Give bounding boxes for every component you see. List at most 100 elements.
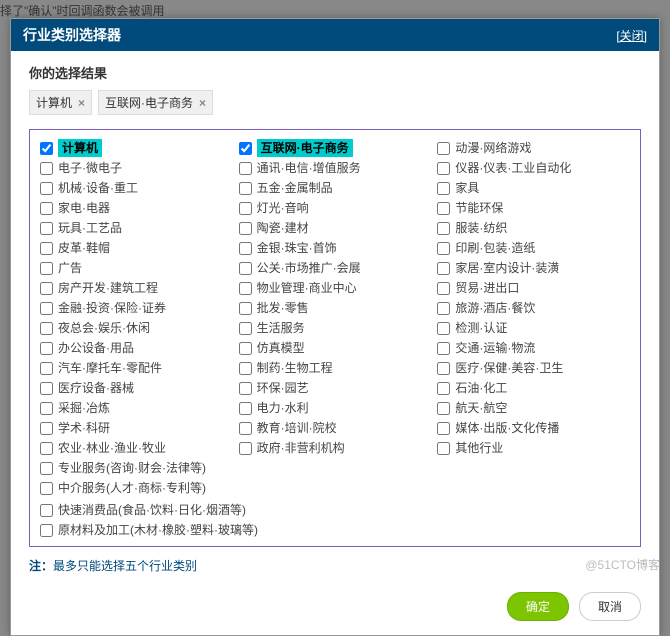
option-row[interactable]: 教育·培训·院校 <box>239 418 432 438</box>
option-label[interactable]: 原材料及加工(木材·橡胶·塑料·玻璃等) <box>58 521 258 539</box>
option-row[interactable]: 快速消费品(食品·饮料·日化·烟酒等) <box>40 500 630 520</box>
option-row[interactable]: 学术·科研 <box>40 418 233 438</box>
option-checkbox[interactable] <box>239 282 252 295</box>
option-checkbox[interactable] <box>239 322 252 335</box>
option-row[interactable]: 动漫·网络游戏 <box>437 138 630 158</box>
option-label[interactable]: 贸易·进出口 <box>455 279 519 297</box>
option-label[interactable]: 办公设备·用品 <box>58 339 134 357</box>
option-checkbox[interactable] <box>40 162 53 175</box>
option-row[interactable]: 家居·室内设计·装潢 <box>437 258 630 278</box>
option-row[interactable]: 媒体·出版·文化传播 <box>437 418 630 438</box>
option-checkbox[interactable] <box>437 362 450 375</box>
option-label[interactable]: 生活服务 <box>257 319 305 337</box>
confirm-button[interactable]: 确定 <box>507 592 569 621</box>
option-row[interactable]: 金银·珠宝·首饰 <box>239 238 432 258</box>
option-checkbox[interactable] <box>40 442 53 455</box>
option-row[interactable]: 制药·生物工程 <box>239 358 432 378</box>
option-row[interactable]: 互联网·电子商务 <box>239 138 432 158</box>
option-label[interactable]: 通讯·电信·增值服务 <box>257 159 361 177</box>
option-row[interactable]: 检测·认证 <box>437 318 630 338</box>
option-row[interactable]: 医疗设备·器械 <box>40 378 233 398</box>
option-label[interactable]: 政府·非营利机构 <box>257 439 345 457</box>
option-row[interactable]: 环保·园艺 <box>239 378 432 398</box>
option-row[interactable]: 仪器·仪表·工业自动化 <box>437 158 630 178</box>
option-checkbox[interactable] <box>40 342 53 355</box>
option-checkbox[interactable] <box>239 162 252 175</box>
option-row[interactable]: 贸易·进出口 <box>437 278 630 298</box>
option-label[interactable]: 夜总会·娱乐·休闲 <box>58 319 150 337</box>
option-row[interactable]: 通讯·电信·增值服务 <box>239 158 432 178</box>
close-icon[interactable]: × <box>199 96 206 110</box>
option-checkbox[interactable] <box>40 362 53 375</box>
option-checkbox[interactable] <box>40 202 53 215</box>
option-checkbox[interactable] <box>239 222 252 235</box>
option-row[interactable]: 中介服务(人才·商标·专利等) <box>40 478 233 498</box>
option-checkbox[interactable] <box>239 342 252 355</box>
option-row[interactable]: 夜总会·娱乐·休闲 <box>40 318 233 338</box>
option-label[interactable]: 家具 <box>455 179 479 197</box>
option-label[interactable]: 玩具·工艺品 <box>58 219 122 237</box>
option-label[interactable]: 教育·培训·院校 <box>257 419 337 437</box>
option-label[interactable]: 医疗·保健·美容·卫生 <box>455 359 563 377</box>
option-row[interactable]: 办公设备·用品 <box>40 338 233 358</box>
option-row[interactable]: 家具 <box>437 178 630 198</box>
option-checkbox[interactable] <box>437 142 450 155</box>
option-row[interactable]: 原材料及加工(木材·橡胶·塑料·玻璃等) <box>40 520 630 540</box>
option-row[interactable]: 陶瓷·建材 <box>239 218 432 238</box>
option-label[interactable]: 农业·林业·渔业·牧业 <box>58 439 166 457</box>
option-row[interactable]: 交通·运输·物流 <box>437 338 630 358</box>
option-checkbox[interactable] <box>437 182 450 195</box>
option-checkbox[interactable] <box>239 242 252 255</box>
option-checkbox[interactable] <box>40 462 53 475</box>
option-label[interactable]: 服装·纺织 <box>455 219 507 237</box>
option-label[interactable]: 制药·生物工程 <box>257 359 333 377</box>
close-link[interactable]: [关闭] <box>616 27 647 44</box>
option-checkbox[interactable] <box>437 382 450 395</box>
option-label[interactable]: 互联网·电子商务 <box>257 139 353 157</box>
option-row[interactable]: 计算机 <box>40 138 233 158</box>
option-label[interactable]: 汽车·摩托车·零配件 <box>58 359 162 377</box>
option-checkbox[interactable] <box>437 222 450 235</box>
option-checkbox[interactable] <box>239 142 252 155</box>
option-row[interactable]: 农业·林业·渔业·牧业 <box>40 438 233 458</box>
close-icon[interactable]: × <box>78 96 85 110</box>
option-checkbox[interactable] <box>437 422 450 435</box>
option-label[interactable]: 家居·室内设计·装潢 <box>455 259 559 277</box>
option-checkbox[interactable] <box>437 242 450 255</box>
option-checkbox[interactable] <box>239 422 252 435</box>
option-checkbox[interactable] <box>239 262 252 275</box>
option-checkbox[interactable] <box>437 202 450 215</box>
option-label[interactable]: 金融·投资·保险·证券 <box>58 299 166 317</box>
option-checkbox[interactable] <box>437 282 450 295</box>
option-checkbox[interactable] <box>40 242 53 255</box>
option-label[interactable]: 采掘·冶炼 <box>58 399 110 417</box>
option-label[interactable]: 广告 <box>58 259 82 277</box>
option-row[interactable]: 家电·电器 <box>40 198 233 218</box>
option-checkbox[interactable] <box>40 262 53 275</box>
option-row[interactable]: 广告 <box>40 258 233 278</box>
option-label[interactable]: 房产开发·建筑工程 <box>58 279 158 297</box>
option-label[interactable]: 石油·化工 <box>455 379 507 397</box>
option-row[interactable]: 印刷·包装·造纸 <box>437 238 630 258</box>
option-label[interactable]: 五金·金属制品 <box>257 179 333 197</box>
option-label[interactable]: 动漫·网络游戏 <box>455 139 531 157</box>
option-label[interactable]: 家电·电器 <box>58 199 110 217</box>
option-checkbox[interactable] <box>40 142 53 155</box>
option-label[interactable]: 计算机 <box>58 139 102 157</box>
option-checkbox[interactable] <box>239 182 252 195</box>
option-checkbox[interactable] <box>40 402 53 415</box>
option-row[interactable]: 医疗·保健·美容·卫生 <box>437 358 630 378</box>
option-row[interactable]: 专业服务(咨询·财会·法律等) <box>40 458 233 478</box>
option-checkbox[interactable] <box>437 162 450 175</box>
option-label[interactable]: 航天·航空 <box>455 399 507 417</box>
option-label[interactable]: 节能环保 <box>455 199 503 217</box>
option-row[interactable]: 生活服务 <box>239 318 432 338</box>
option-label[interactable]: 电力·水利 <box>257 399 309 417</box>
option-checkbox[interactable] <box>40 182 53 195</box>
option-row[interactable]: 房产开发·建筑工程 <box>40 278 233 298</box>
option-checkbox[interactable] <box>239 362 252 375</box>
option-label[interactable]: 医疗设备·器械 <box>58 379 134 397</box>
option-checkbox[interactable] <box>437 442 450 455</box>
option-label[interactable]: 检测·认证 <box>455 319 507 337</box>
option-label[interactable]: 仿真模型 <box>257 339 305 357</box>
